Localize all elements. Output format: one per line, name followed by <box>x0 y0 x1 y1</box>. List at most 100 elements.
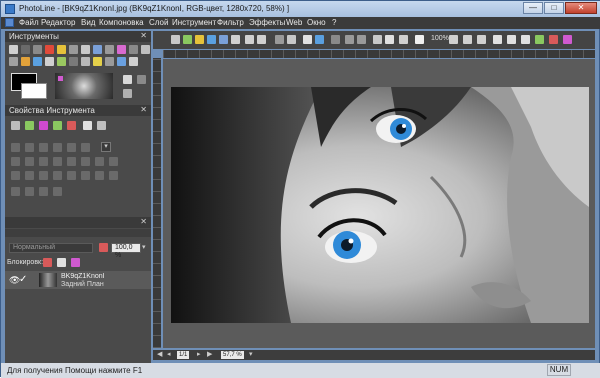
distribute-left-icon[interactable] <box>11 157 20 166</box>
fill-tool-icon[interactable] <box>33 57 42 66</box>
hand-tool-icon[interactable] <box>141 45 150 54</box>
yellow-tool-icon[interactable] <box>57 45 66 54</box>
subtract-mode-icon[interactable] <box>39 121 48 130</box>
select-mode-icon[interactable] <box>11 121 20 130</box>
menu-effects[interactable]: Эффекты <box>249 18 285 27</box>
add-mode-icon[interactable] <box>25 121 34 130</box>
last-page-icon[interactable]: ▶ <box>207 350 212 358</box>
arrange-1-icon[interactable] <box>11 187 20 196</box>
vertical-ruler[interactable] <box>153 58 161 348</box>
quick-mask-icon[interactable] <box>137 75 146 84</box>
save-as-icon[interactable] <box>219 35 228 44</box>
zoom-field[interactable]: 57,7 % <box>221 351 244 359</box>
size-both-icon[interactable] <box>67 171 76 180</box>
lock-position-icon[interactable] <box>57 258 66 267</box>
photo-canvas[interactable] <box>171 87 589 323</box>
size-v-icon[interactable] <box>53 171 62 180</box>
zoom-out-icon[interactable] <box>449 35 458 44</box>
lock-all-icon[interactable] <box>71 258 80 267</box>
paste-icon[interactable] <box>315 35 324 44</box>
gradient-tool-icon[interactable] <box>81 57 90 66</box>
page-indicator[interactable]: 1/1 <box>177 351 190 359</box>
zoom-in-icon[interactable] <box>463 35 472 44</box>
back-arrow-icon[interactable] <box>245 35 254 44</box>
copy-icon[interactable] <box>303 35 312 44</box>
maximize-button[interactable]: □ <box>544 2 564 14</box>
clone-tool-icon[interactable] <box>57 57 66 66</box>
delete-icon[interactable] <box>331 35 340 44</box>
first-page-icon[interactable]: ◀ <box>157 350 162 358</box>
match-height-icon[interactable] <box>95 171 104 180</box>
align-right-icon[interactable] <box>39 143 48 152</box>
color-view-icon[interactable] <box>549 35 558 44</box>
menu-edit[interactable]: Редактор <box>41 18 75 27</box>
text-tool-icon[interactable] <box>81 45 90 54</box>
match-width-icon[interactable] <box>81 171 90 180</box>
close-button[interactable]: ✕ <box>565 2 597 14</box>
mask-view-icon[interactable] <box>563 35 572 44</box>
distribute-right-icon[interactable] <box>39 157 48 166</box>
save-icon[interactable] <box>207 35 216 44</box>
layers-panel-tabs[interactable] <box>5 229 151 237</box>
menu-layout[interactable]: Компоновка <box>99 18 144 27</box>
check-icon[interactable] <box>399 35 408 44</box>
menu-window[interactable]: Окно <box>307 18 326 27</box>
menu-view[interactable]: Вид <box>81 18 95 27</box>
intersect-mode-icon[interactable] <box>53 121 62 130</box>
next-page-icon[interactable]: ▸ <box>197 350 201 358</box>
red-tool-icon[interactable] <box>45 45 54 54</box>
arrange-2-icon[interactable] <box>25 187 34 196</box>
menu-filter[interactable]: Фильтр <box>217 18 244 27</box>
distribute-center-icon[interactable] <box>25 157 34 166</box>
view-3-icon[interactable] <box>521 35 530 44</box>
distribute-middle-icon[interactable] <box>67 157 76 166</box>
print-icon[interactable] <box>287 35 296 44</box>
arrange-4-icon[interactable] <box>53 187 62 196</box>
redo-icon[interactable] <box>357 35 366 44</box>
layer-check-icon[interactable]: ✓ <box>19 274 27 285</box>
pen-tool-icon[interactable] <box>117 45 126 54</box>
distribute-height-icon[interactable] <box>109 157 118 166</box>
print-preview-icon[interactable] <box>231 35 240 44</box>
settings-gear-icon[interactable] <box>97 121 106 130</box>
view-1-icon[interactable] <box>493 35 502 44</box>
distribute-width-icon[interactable] <box>95 157 104 166</box>
rotate-icon[interactable] <box>373 35 382 44</box>
align-center-v-icon[interactable] <box>67 143 76 152</box>
background-color-swatch[interactable] <box>21 83 47 99</box>
view-2-icon[interactable] <box>507 35 516 44</box>
blend-mode-select[interactable]: Нормальный <box>9 243 93 253</box>
brush-preview[interactable] <box>55 73 113 99</box>
cut-icon[interactable] <box>275 35 284 44</box>
menu-help[interactable]: ? <box>332 18 336 27</box>
new-document-icon[interactable] <box>171 35 180 44</box>
open-folder-icon[interactable] <box>195 35 204 44</box>
align-center-h-icon[interactable] <box>25 143 34 152</box>
eyedropper-tool-icon[interactable] <box>93 45 102 54</box>
opacity-stepper-chevron-icon[interactable]: ▾ <box>142 243 149 253</box>
distribute-top-icon[interactable] <box>53 157 62 166</box>
zoom-tool-icon[interactable] <box>105 57 114 66</box>
match-size-icon[interactable] <box>109 171 118 180</box>
space-v-icon[interactable] <box>25 171 34 180</box>
arrange-3-icon[interactable] <box>39 187 48 196</box>
opacity-input[interactable]: 100,0 % <box>111 243 141 259</box>
align-left-icon[interactable] <box>11 143 20 152</box>
blur-tool-icon[interactable] <box>117 57 126 66</box>
dot-tool-icon[interactable] <box>21 45 30 54</box>
shape-tool-icon[interactable] <box>129 45 138 54</box>
new-image-icon[interactable] <box>183 35 192 44</box>
menu-file[interactable]: Файл <box>19 18 39 27</box>
tool-properties-close-icon[interactable]: ✕ <box>140 105 147 114</box>
swap-colors-icon[interactable] <box>123 89 132 98</box>
layer-row[interactable]: 👁 ✓ BK9qZ1KnonI Задний План <box>5 271 151 289</box>
tools-panel-close-icon[interactable]: ✕ <box>140 31 147 40</box>
minimize-button[interactable]: — <box>523 2 543 14</box>
prev-page-icon[interactable]: ◂ <box>167 350 171 358</box>
pencil-icon[interactable] <box>415 35 424 44</box>
wand-tool-icon[interactable] <box>21 57 30 66</box>
horizontal-ruler[interactable] <box>163 50 595 58</box>
menu-tool[interactable]: Инструмент <box>172 18 216 27</box>
menu-web[interactable]: Web <box>286 18 302 27</box>
line-tool-icon[interactable] <box>69 45 78 54</box>
